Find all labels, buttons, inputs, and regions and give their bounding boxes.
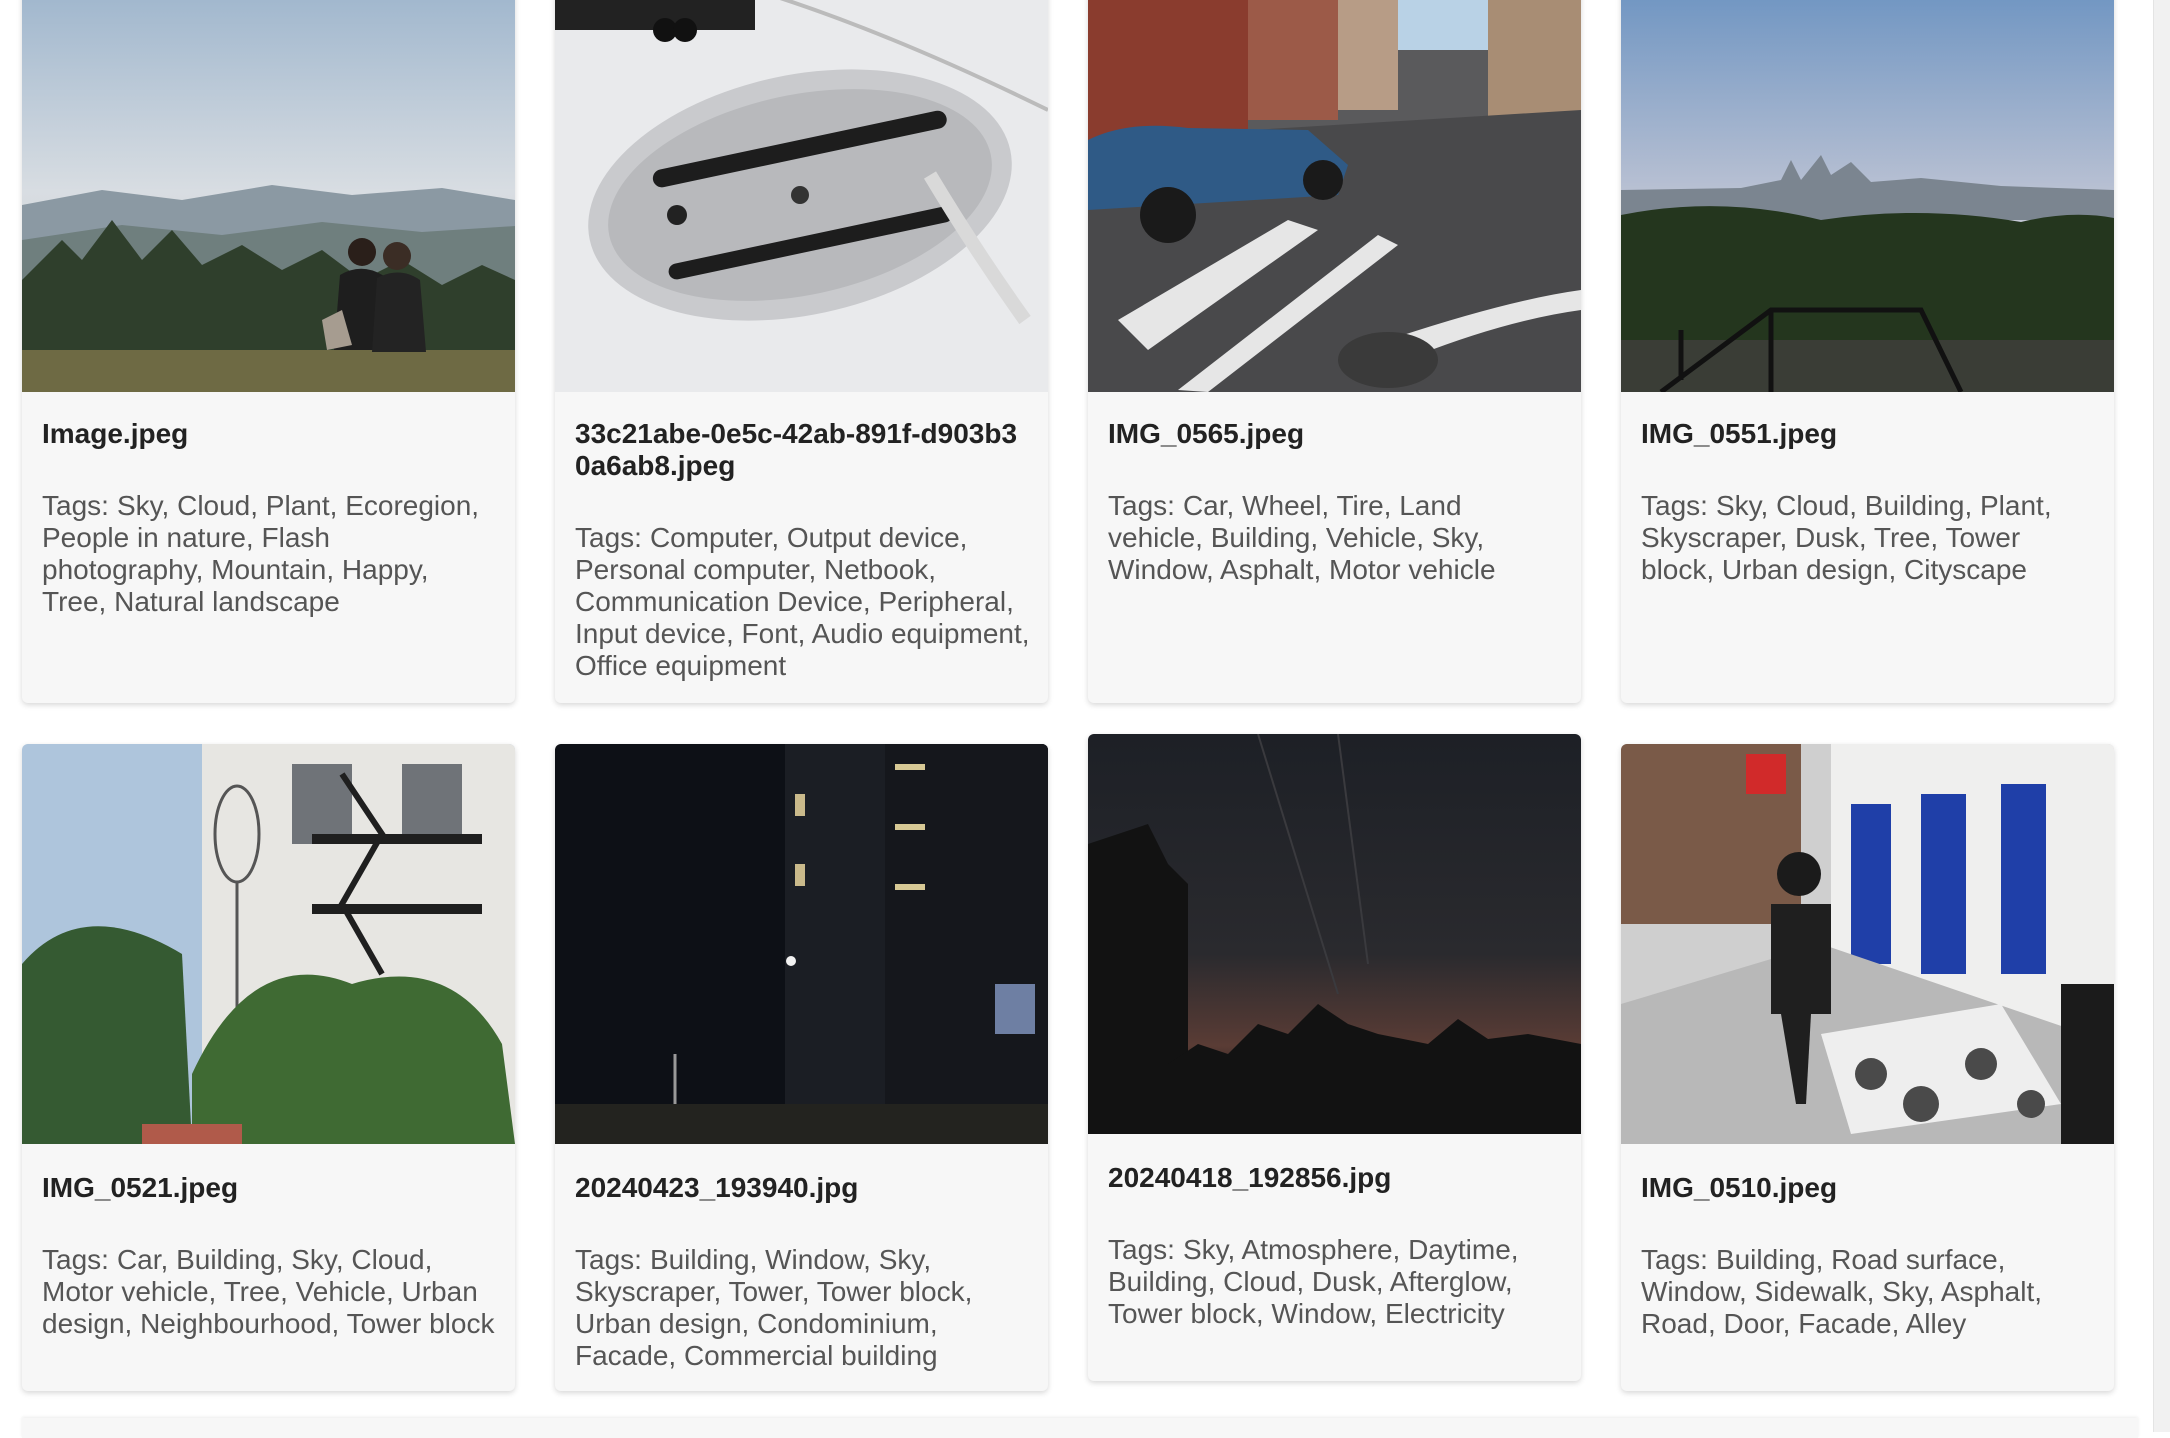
tags-label: Tags: [1641, 1244, 1708, 1275]
file-name: IMG_0551.jpeg [1641, 418, 1838, 449]
image-card[interactable]: 20240423_193940.jpg Tags: Building, Windo… [555, 744, 1048, 1391]
tags-text: Tags: Building, Window, Sky, Skyscraper, … [575, 1244, 1030, 1372]
photo-mural-building[interactable] [22, 744, 515, 1144]
tags-label: Tags: [1641, 490, 1708, 521]
tags-label: Tags: [42, 490, 109, 521]
file-name: 20240423_193940.jpg [575, 1172, 859, 1203]
file-name: 33c21abe-0e5c-42ab-891f-d903b30a6ab8.jpe… [575, 418, 1018, 481]
photo-street-car[interactable] [1088, 0, 1581, 392]
image-card[interactable]: 33c21abe-0e5c-42ab-891f-d903b30a6ab8.jpe… [555, 0, 1048, 703]
image-card[interactable]: IMG_0551.jpeg Tags: Sky, Cloud, Building,… [1621, 0, 2114, 703]
tags-label: Tags: [42, 1244, 109, 1275]
photo-mountain-couple[interactable] [22, 0, 515, 392]
image-card[interactable]: IMG_0521.jpeg Tags: Car, Building, Sky, C… [22, 744, 515, 1391]
tags-label: Tags: [575, 522, 642, 553]
file-name: IMG_0510.jpeg [1641, 1172, 1838, 1203]
image-card[interactable]: IMG_0510.jpeg Tags: Building, Road surfac… [1621, 744, 2114, 1391]
file-name: IMG_0521.jpeg [42, 1172, 239, 1203]
photo-skyline-dusk[interactable] [1621, 0, 2114, 392]
file-name: Image.jpeg [42, 418, 189, 449]
tags-list: Car, Building, Sky, Cloud, Motor vehicle… [42, 1244, 495, 1339]
photo-magic-mouse[interactable] [555, 0, 1048, 392]
file-name: 20240418_192856.jpg [1108, 1162, 1392, 1193]
next-row-edge [22, 1418, 2138, 1438]
file-name: IMG_0565.jpeg [1108, 418, 1305, 449]
tags-text: Tags: Sky, Atmosphere, Daytime, Building,… [1108, 1234, 1563, 1330]
tags-label: Tags: [1108, 1234, 1175, 1265]
image-card[interactable]: IMG_0565.jpeg Tags: Car, Wheel, Tire, Lan… [1088, 0, 1581, 703]
image-card[interactable]: Image.jpeg Tags: Sky, Cloud, Plant, Ecore… [22, 0, 515, 703]
tags-list: Computer, Output device, Personal comput… [575, 522, 1030, 681]
tags-text: Tags: Sky, Cloud, Building, Plant, Skyscr… [1641, 490, 2096, 586]
tags-text: Tags: Computer, Output device, Personal c… [575, 522, 1030, 682]
photo-night-tower[interactable] [555, 744, 1048, 1144]
tags-label: Tags: [575, 1244, 642, 1275]
photo-alley-cafe[interactable] [1621, 744, 2114, 1144]
tags-text: Tags: Car, Wheel, Tire, Land vehicle, Bui… [1108, 490, 1563, 586]
image-card[interactable]: 20240418_192856.jpg Tags: Sky, Atmosphere… [1088, 734, 1581, 1381]
photo-afterglow-sky[interactable] [1088, 734, 1581, 1134]
tags-label: Tags: [1108, 490, 1175, 521]
tags-text: Tags: Building, Road surface, Window, Sid… [1641, 1244, 2096, 1340]
scrollbar-track[interactable] [2153, 0, 2170, 1432]
tags-text: Tags: Sky, Cloud, Plant, Ecoregion, Peopl… [42, 490, 497, 618]
tags-text: Tags: Car, Building, Sky, Cloud, Motor ve… [42, 1244, 497, 1340]
